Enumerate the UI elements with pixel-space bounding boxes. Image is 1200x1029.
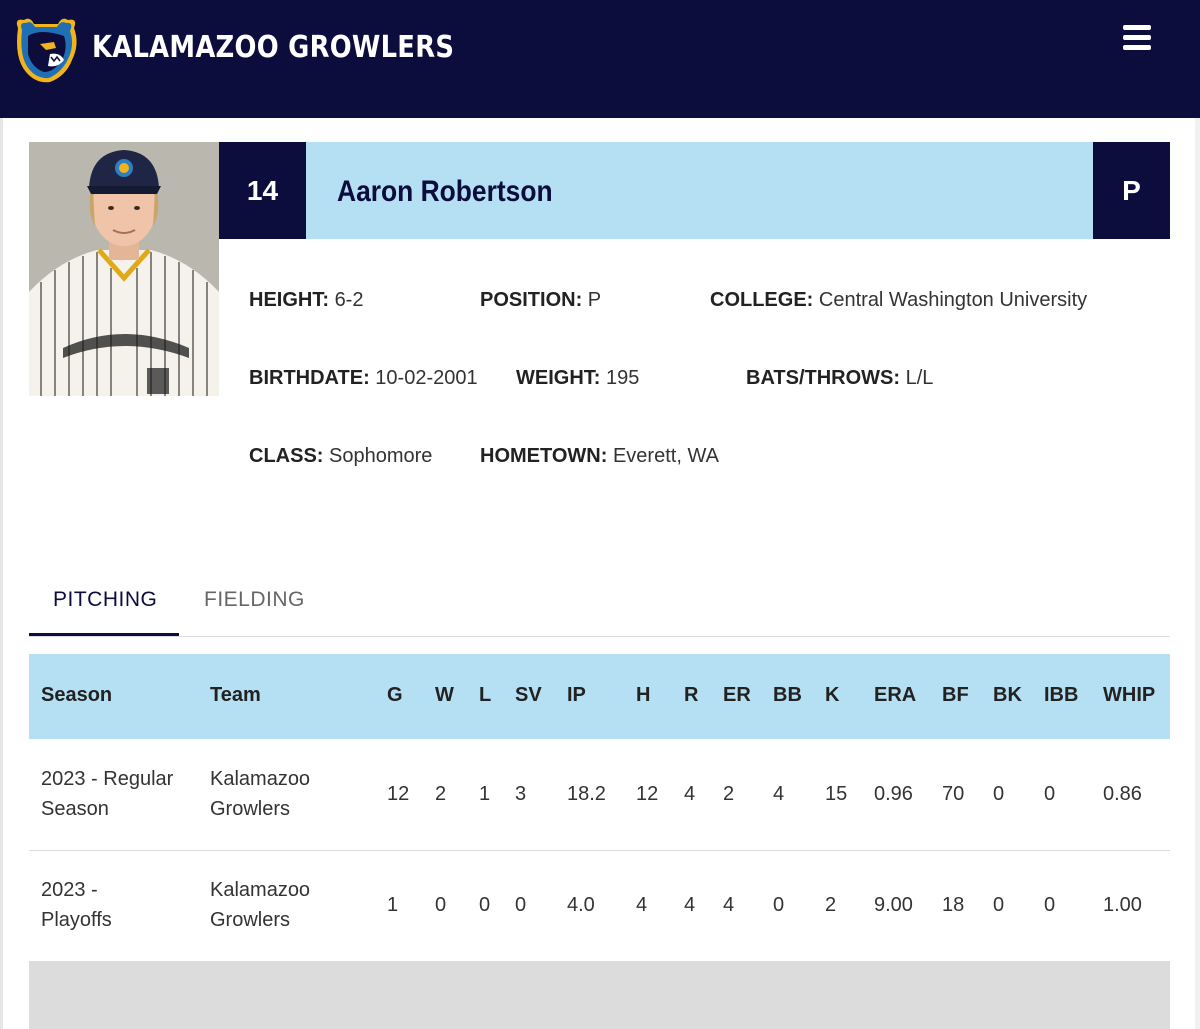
cell-k: 2 (825, 894, 837, 916)
cell-season: 2023 - Regular (41, 768, 174, 790)
cell-er: 4 (723, 894, 735, 916)
cell-team: Kalamazoo (210, 768, 311, 790)
cell-er: 2 (723, 783, 735, 805)
cell-ip: 18.2 (567, 783, 606, 805)
column-header-er: ER (723, 684, 751, 706)
detail-value: 195 (606, 367, 640, 389)
row-divider (29, 850, 1170, 851)
tab-pitching[interactable]: PITCHING (53, 588, 157, 612)
cell-h: 4 (636, 894, 648, 916)
detail-label: COLLEGE: (710, 289, 814, 311)
column-header-bk: BK (993, 684, 1022, 706)
cell-g: 12 (387, 783, 410, 805)
detail-label: BIRTHDATE: (249, 367, 370, 389)
detail-hometown: HOMETOWN: Everett, WA (480, 445, 719, 468)
detail-value: Everett, WA (612, 445, 719, 467)
column-header-h: H (636, 684, 651, 706)
detail-height: HEIGHT: 6-2 (249, 289, 363, 312)
cell-team: Growlers (210, 909, 291, 931)
cell-bk: 0 (993, 783, 1005, 805)
column-header-ip: IP (567, 684, 586, 706)
tab-fielding[interactable]: FIELDING (204, 588, 305, 612)
cell-bb: 0 (773, 894, 785, 916)
cell-season: 2023 - (41, 879, 98, 901)
column-header-l: L (479, 684, 492, 706)
detail-value: P (587, 289, 602, 311)
detail-value: Sophomore (329, 445, 433, 467)
cell-team: Kalamazoo (210, 879, 311, 901)
detail-label: POSITION: (480, 289, 583, 311)
cell-h: 12 (636, 783, 659, 805)
page-border-left (0, 118, 3, 1029)
column-header-whip: WHIP (1103, 684, 1156, 706)
cell-sv: 0 (515, 894, 527, 916)
column-header-g: G (387, 684, 403, 706)
totals-row (29, 961, 1170, 1029)
detail-value: 10-02-2001 (375, 367, 478, 389)
detail-label: CLASS: (249, 445, 324, 467)
cell-ibb: 0 (1044, 783, 1056, 805)
site-header: KALAMAZOO GROWLERS (0, 0, 1200, 118)
detail-college: COLLEGE: Central Washington University (710, 289, 1087, 312)
cell-k: 15 (825, 783, 848, 805)
detail-label: BATS/THROWS: (746, 367, 901, 389)
detail-weight: WEIGHT: 195 (516, 367, 639, 390)
page-scroll-gutter (1195, 118, 1200, 1029)
column-header-k: K (825, 684, 840, 706)
cell-g: 1 (387, 894, 399, 916)
cell-l: 1 (479, 783, 491, 805)
cell-sv: 3 (515, 783, 527, 805)
column-header-r: R (684, 684, 699, 706)
column-header-era: ERA (874, 684, 917, 706)
player-headshot-icon (29, 142, 219, 396)
detail-value: Central Washington University (818, 289, 1088, 311)
cell-bf: 18 (942, 894, 965, 916)
detail-label: HOMETOWN: (480, 445, 608, 467)
player-headshot (29, 142, 219, 396)
cell-era: 9.00 (874, 894, 913, 916)
detail-class: CLASS: Sophomore (249, 445, 432, 468)
column-header-season: Season (41, 684, 113, 706)
cell-era: 0.96 (874, 783, 913, 805)
detail-label: HEIGHT: (249, 289, 329, 311)
cell-team: Growlers (210, 798, 291, 820)
column-header-team: Team (210, 684, 261, 706)
player-position-badge: P (1093, 142, 1170, 239)
cell-bf: 70 (942, 783, 965, 805)
cell-season: Playoffs (41, 909, 112, 931)
column-header-w: W (435, 684, 454, 706)
column-header-sv: SV (515, 684, 542, 706)
cell-w: 0 (435, 894, 447, 916)
cell-whip: 1.00 (1103, 894, 1142, 916)
detail-bats-throws: BATS/THROWS: L/L (746, 367, 933, 390)
cell-ibb: 0 (1044, 894, 1056, 916)
cell-l: 0 (479, 894, 491, 916)
column-header-bf: BF (942, 684, 969, 706)
detail-value: 6-2 (334, 289, 364, 311)
detail-position: POSITION: P (480, 289, 601, 312)
player-number: 14 (219, 142, 306, 239)
site-title[interactable]: KALAMAZOO GROWLERS (92, 30, 454, 65)
cell-w: 2 (435, 783, 447, 805)
cell-ip: 4.0 (567, 894, 595, 916)
cell-bk: 0 (993, 894, 1005, 916)
cell-r: 4 (684, 783, 696, 805)
column-header-bb: BB (773, 684, 802, 706)
player-name-bar: Aaron Robertson (306, 142, 1093, 239)
cell-season: Season (41, 798, 109, 820)
cell-whip: 0.86 (1103, 783, 1142, 805)
hamburger-menu-icon[interactable] (1120, 22, 1156, 54)
column-header-ibb: IBB (1044, 684, 1079, 706)
detail-label: WEIGHT: (516, 367, 601, 389)
cell-bb: 4 (773, 783, 785, 805)
growlers-bear-logo-icon[interactable] (10, 14, 82, 86)
detail-birthdate: BIRTHDATE: 10-02-2001 (249, 367, 478, 390)
detail-value: L/L (905, 367, 934, 389)
cell-r: 4 (684, 894, 696, 916)
player-name: Aaron Robertson (337, 175, 553, 208)
tab-divider (29, 636, 1170, 637)
